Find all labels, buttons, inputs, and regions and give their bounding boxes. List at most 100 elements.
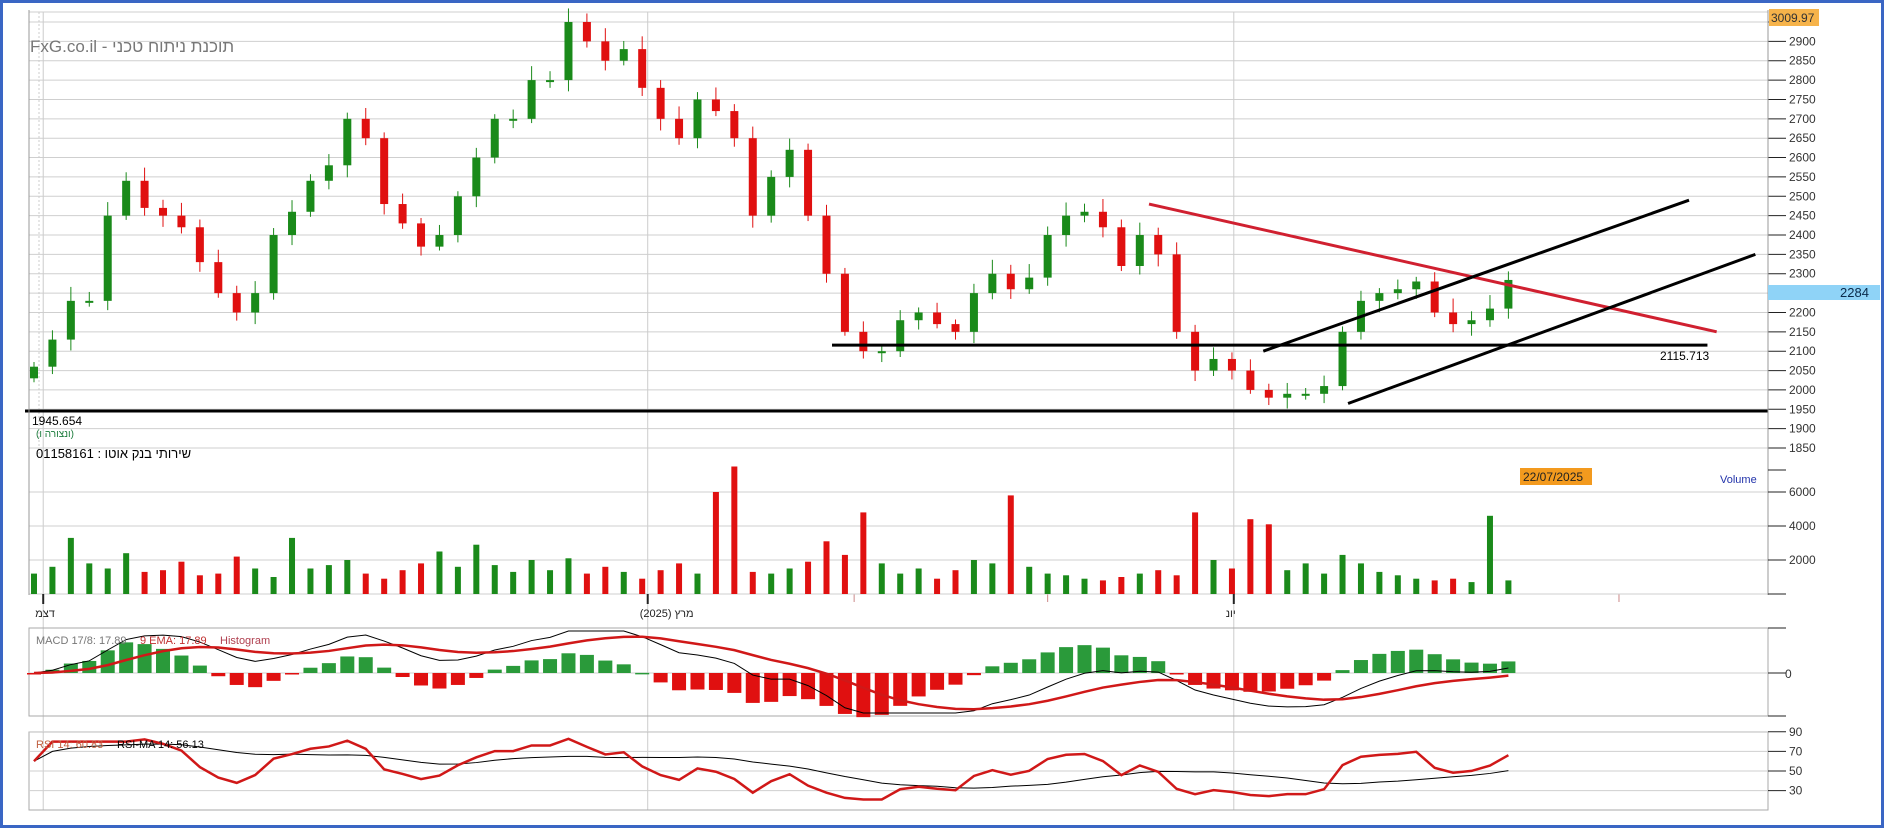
cursor-date: 22/07/2025: [1523, 470, 1583, 484]
macd-histogram-bar: [248, 673, 263, 688]
macd-histogram-bar: [1022, 659, 1037, 673]
candle-body: [1191, 331, 1200, 371]
volume-bar: [878, 563, 885, 594]
candle-body: [343, 118, 352, 166]
volume-bar: [934, 578, 941, 594]
candle-body: [1393, 289, 1402, 294]
macd-histogram-bar: [1169, 673, 1184, 675]
volume-bar: [841, 554, 848, 594]
price-tick-label: 2500: [1789, 189, 1816, 203]
candle-body: [933, 312, 942, 325]
volume-bar: [1228, 568, 1235, 594]
candle-body: [435, 235, 444, 247]
candle-body: [1098, 211, 1107, 228]
volume-bar: [565, 558, 572, 594]
chart-canvas[interactable]: 1850190019502000205021002150220022502300…: [0, 0, 1884, 828]
candle-body: [1283, 393, 1292, 398]
volume-label: Volume: [1720, 474, 1757, 486]
candle-body: [1264, 389, 1273, 398]
macd-histogram-bar: [1317, 673, 1332, 681]
macd-histogram-bar: [561, 653, 576, 673]
volume-bar: [639, 578, 646, 594]
macd-histogram-bar: [1003, 662, 1018, 673]
candle-body: [1025, 277, 1034, 290]
macd-histogram-bar: [266, 673, 281, 681]
price-tick-label: 2900: [1789, 34, 1816, 48]
volume-bar: [528, 560, 535, 594]
volume-bar: [712, 492, 719, 594]
macd-histogram-bar: [635, 672, 650, 675]
macd-histogram-bar: [1464, 662, 1479, 673]
macd-histogram-bar: [1261, 673, 1276, 692]
support-line-label: 1945.654: [32, 414, 82, 428]
volume-bar: [49, 566, 56, 594]
macd-histogram-bar: [524, 660, 539, 673]
macd-histogram-bar: [985, 666, 1000, 673]
volume-bar: [1468, 582, 1475, 594]
macd-zero-tick: 0: [1785, 667, 1792, 681]
candle-body: [840, 273, 849, 332]
candle-body: [693, 99, 702, 139]
candle-body: [66, 300, 75, 340]
rsi-ma-label: RSI-MA 14: 56.13: [117, 739, 204, 751]
macd-histogram-bar: [727, 673, 742, 693]
macd-histogram-bar: [1409, 649, 1424, 673]
candle-body: [361, 118, 370, 139]
candle-body: [232, 293, 241, 313]
volume-bar: [657, 570, 664, 594]
price-tick-label: 2150: [1789, 325, 1816, 339]
volume-bar: [473, 544, 480, 594]
volume-bar: [1505, 580, 1512, 594]
candle-body: [1246, 370, 1255, 390]
volume-bar: [1210, 560, 1217, 594]
macd-histogram-bar: [1095, 647, 1110, 673]
candle-body: [730, 111, 739, 139]
candle-body: [306, 180, 315, 212]
candle-body: [1449, 312, 1458, 325]
candle-body: [103, 215, 112, 301]
macd-histogram-bar: [856, 673, 871, 718]
macd-histogram-bar: [930, 673, 945, 690]
candle-body: [288, 211, 297, 236]
candle-body: [785, 149, 794, 177]
candle-body: [509, 118, 518, 121]
macd-histogram-bar: [1114, 655, 1129, 673]
volume-bar: [1192, 512, 1199, 594]
price-tick-label: 2200: [1789, 305, 1816, 319]
candle-body: [1227, 358, 1236, 371]
volume-bar: [694, 573, 701, 594]
volume-bar: [67, 537, 74, 594]
volume-bar: [1155, 570, 1162, 594]
volume-bar: [768, 573, 775, 594]
macd-histogram-bar: [708, 673, 723, 690]
volume-bar: [491, 565, 498, 594]
macd-histogram-bar: [1335, 670, 1350, 673]
candle-body: [417, 223, 426, 247]
macd-hist-label: Histogram: [220, 635, 270, 647]
candle-body: [546, 80, 555, 83]
price-tick-label: 2550: [1789, 170, 1816, 184]
macd-histogram-bar: [579, 654, 594, 673]
candle-body: [159, 207, 168, 216]
volume-bar: [1394, 575, 1401, 594]
candle-body: [1080, 211, 1089, 216]
macd-histogram-bar: [303, 667, 318, 673]
volume-bar: [454, 566, 461, 594]
volume-bar: [547, 570, 554, 594]
rsi-tick-label: 30: [1789, 784, 1803, 798]
macd-histogram-bar: [948, 673, 963, 685]
candle-body: [85, 300, 94, 303]
candle-body: [767, 176, 776, 216]
volume-bar: [952, 570, 959, 594]
macd-histogram-bar: [1151, 661, 1166, 673]
volume-bar: [602, 566, 609, 594]
price-tick-label: 2100: [1789, 344, 1816, 358]
macd-histogram-bar: [1390, 650, 1405, 673]
volume-bar: [1026, 566, 1033, 594]
rsi-tick-label: 70: [1789, 744, 1803, 758]
candle-body: [490, 118, 499, 158]
volume-bar: [1284, 570, 1291, 594]
volume-bar: [805, 561, 812, 594]
candle-body: [656, 87, 665, 119]
volume-bar: [1044, 573, 1051, 594]
